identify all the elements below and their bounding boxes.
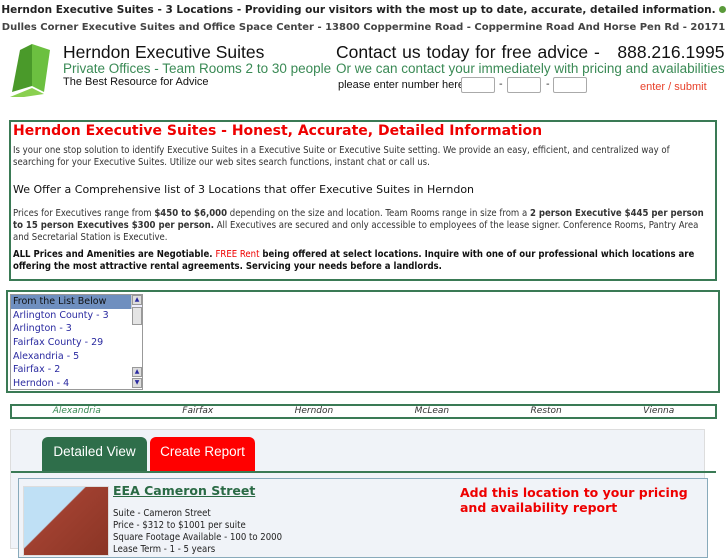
list-option[interactable]: Arlington - 3 — [11, 322, 142, 336]
intro-paragraph: Is your one stop solution to identify Ex… — [13, 145, 670, 168]
building-logo-icon — [10, 44, 50, 97]
pricing-paragraph: Prices for Executives range from $450 to… — [13, 208, 713, 244]
nav-link[interactable]: Herndon — [295, 406, 334, 417]
nav-link[interactable]: Alexandria — [53, 406, 101, 417]
scroll-down-icon[interactable]: ▼ — [132, 378, 142, 388]
list-option[interactable]: Arlington County - 3 — [11, 309, 142, 323]
listing-name-link[interactable]: EEA Cameron Street — [113, 483, 255, 498]
site-subtitle: Private Offices - Team Rooms 2 to 30 peo… — [63, 61, 332, 76]
t: $450 to $6,000 — [154, 208, 228, 219]
scrollbar[interactable]: ▲ ▲ ▼ — [131, 295, 142, 388]
free-rent: FREE Rent — [215, 249, 260, 260]
location-select-box: From the List Below Arlington County - 3… — [6, 290, 720, 393]
banner-text: Herndon Executive Suites - 3 Locations -… — [1, 4, 716, 16]
scroll-thumb[interactable] — [132, 307, 142, 325]
t: ALL Prices and Amenities are Negotiable. — [13, 249, 216, 260]
phone-number: 888.216.1995 — [617, 42, 725, 62]
building-photo — [23, 486, 109, 556]
dash: - — [546, 79, 550, 90]
phone-prefix-input[interactable] — [507, 77, 541, 93]
add-to-report-link[interactable]: Add this location to your pricing and av… — [460, 485, 710, 515]
globe-icon — [718, 6, 726, 13]
scroll-up-icon[interactable]: ▲ — [132, 367, 142, 377]
intro-heading: Herndon Executive Suites - Honest, Accur… — [13, 123, 543, 139]
city-nav: Alexandria Fairfax Herndon McLean Reston… — [10, 404, 717, 419]
nav-link[interactable]: McLean — [415, 406, 449, 417]
list-option[interactable]: Fairfax County - 29 — [11, 336, 142, 350]
top-banner: Herndon Executive Suites - 3 Locations -… — [0, 4, 727, 16]
locations-heading: We Offer a Comprehensive list of 3 Locat… — [13, 183, 475, 196]
phone-line-input[interactable] — [553, 77, 587, 93]
site-title: Herndon Executive Suites — [63, 42, 265, 62]
site-tagline: The Best Resource for Advice — [63, 76, 209, 88]
contact-text: Contact us today for free advice - — [336, 42, 600, 62]
nav-link[interactable]: Vienna — [643, 406, 674, 417]
scroll-up-icon[interactable]: ▲ — [132, 295, 142, 305]
dash: - — [499, 79, 503, 90]
negotiable-paragraph: ALL Prices and Amenities are Negotiable.… — [13, 249, 713, 273]
contact-subheading: Or we can contact your immediately with … — [336, 61, 725, 76]
square-footage: Square Footage Available - 100 to 2000 — [113, 532, 283, 543]
list-option[interactable]: Alexandria - 5 — [11, 350, 142, 364]
listing-info: Suite - Cameron Street Price - $312 to $… — [113, 508, 282, 556]
phone-prompt: please enter number here — [338, 79, 464, 91]
listing-card: EEA Cameron Street Suite - Cameron Stree… — [18, 478, 708, 558]
t: Prices for Executives range from — [13, 208, 155, 219]
contact-heading: Contact us today for free advice - 888.2… — [336, 42, 724, 63]
lease-term: Lease Term - 1 - 5 years — [113, 544, 216, 555]
t: depending on the size and location. Team… — [227, 208, 530, 219]
suite: Suite - Cameron Street — [113, 508, 211, 519]
list-option[interactable]: From the List Below — [11, 295, 142, 309]
intro-box: Herndon Executive Suites - Honest, Accur… — [9, 120, 717, 281]
tab-divider — [11, 471, 716, 473]
address-line: Dulles Corner Executive Suites and Offic… — [1, 22, 726, 33]
nav-link[interactable]: Fairfax — [182, 406, 213, 417]
tab-create-report[interactable]: Create Report — [150, 437, 255, 471]
results-panel: Detailed View Create Report EEA Cameron … — [10, 429, 716, 558]
list-option[interactable]: Herndon - 4 — [11, 377, 142, 389]
submit-link[interactable]: enter / submit — [640, 81, 707, 93]
list-option[interactable]: Fairfax - 2 — [11, 363, 142, 377]
nav-link[interactable]: Reston — [531, 406, 562, 417]
tab-detailed-view[interactable]: Detailed View — [42, 437, 147, 471]
phone-area-input[interactable] — [461, 77, 495, 93]
location-listbox[interactable]: From the List Below Arlington County - 3… — [10, 294, 143, 390]
price: Price - $312 to $1001 per suite — [113, 520, 246, 531]
